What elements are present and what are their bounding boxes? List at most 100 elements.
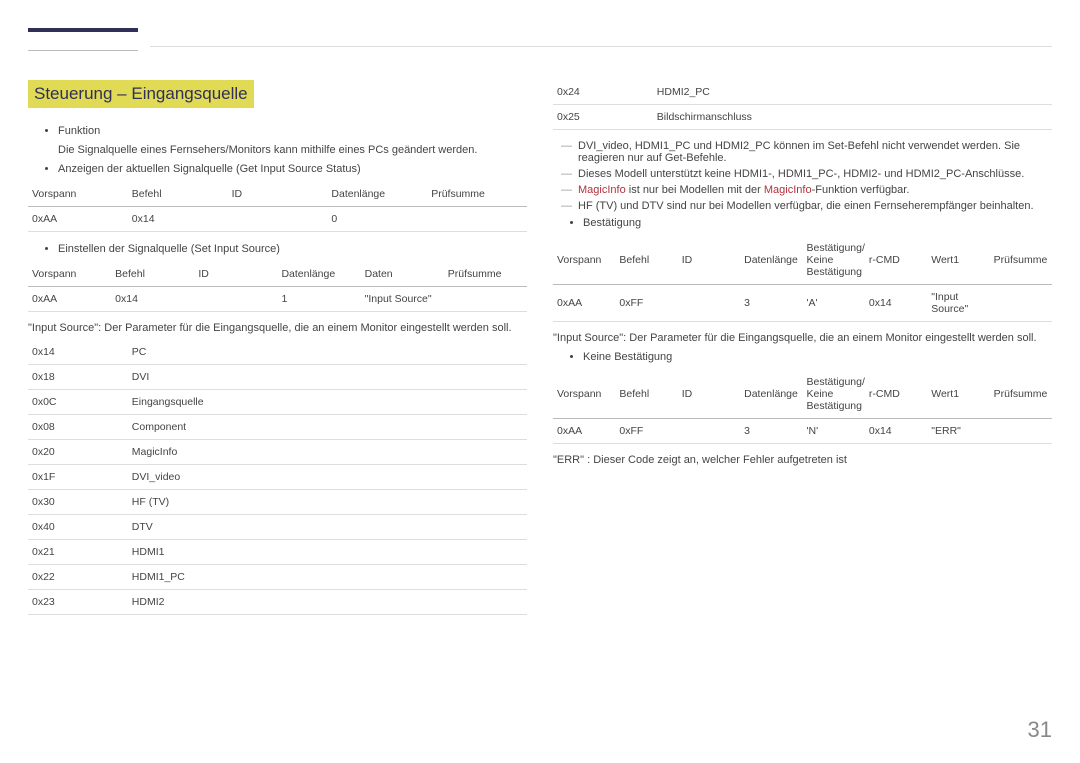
funktion-label: Funktion <box>58 124 527 140</box>
notes-list: ―DVI_video, HDMI1_PC und HDMI2_PC können… <box>553 140 1052 180</box>
th: Befehl <box>615 236 677 285</box>
source-codes-table-cont: 0x24HDMI2_PC0x25Bildschirmanschluss <box>553 80 1052 130</box>
td: 0xAA <box>28 206 128 231</box>
magicinfo-term: MagicInfo <box>578 184 626 196</box>
note-hf: ― HF (TV) und DTV sind nur bei Modellen … <box>561 200 1052 212</box>
input-source-explain: "Input Source": Der Parameter für die Ei… <box>28 322 527 334</box>
left-column: Steuerung – Eingangsquelle Funktion Die … <box>28 80 527 625</box>
td: 0x14 <box>111 286 194 311</box>
td <box>678 284 740 321</box>
source-code: 0x22 <box>28 564 128 589</box>
td <box>678 418 740 443</box>
source-code: 0x0C <box>28 389 128 414</box>
two-column-layout: Steuerung – Eingangsquelle Funktion Die … <box>28 80 1052 625</box>
td: 0x14 <box>865 284 927 321</box>
th: Datenlänge <box>740 370 802 419</box>
source-code: 0x40 <box>28 514 128 539</box>
source-code: 0x24 <box>553 80 653 105</box>
text: ist nur bei Modellen mit der <box>626 184 764 196</box>
td <box>990 284 1052 321</box>
header-rule <box>150 46 1052 47</box>
source-code: 0x14 <box>28 340 128 365</box>
ack-label: Bestätigung <box>583 216 1052 232</box>
bullet-list: Einstellen der Signalquelle (Set Input S… <box>28 242 527 258</box>
table-row: 0x08Component <box>28 414 527 439</box>
bullet-list: Keine Bestätigung <box>553 350 1052 366</box>
td: 0x14 <box>865 418 927 443</box>
td: 3 <box>740 284 802 321</box>
page: Steuerung – Eingangsquelle Funktion Die … <box>0 0 1080 763</box>
th: Prüfsumme <box>427 182 527 207</box>
table-row: 0x21HDMI1 <box>28 539 527 564</box>
td: 0 <box>327 206 427 231</box>
source-name: Component <box>128 414 527 439</box>
dash-icon: ― <box>561 140 572 164</box>
th: Wert1 <box>927 370 989 419</box>
td <box>990 418 1052 443</box>
th: Datenlänge <box>327 182 427 207</box>
table-row: 0x23HDMI2 <box>28 589 527 614</box>
table-row: 0x24HDMI2_PC <box>553 80 1052 105</box>
source-code: 0x25 <box>553 105 653 130</box>
source-code: 0x20 <box>28 439 128 464</box>
th: Wert1 <box>927 236 989 285</box>
right-column: 0x24HDMI2_PC0x25Bildschirmanschluss ―DVI… <box>553 80 1052 625</box>
td <box>444 286 527 311</box>
source-code: 0x18 <box>28 364 128 389</box>
th: Bestätigung/ Keine Bestätigung <box>803 370 865 419</box>
source-name: MagicInfo <box>128 439 527 464</box>
td <box>194 286 277 311</box>
th: Prüfsumme <box>990 236 1052 285</box>
err-explain: "ERR" : Dieser Code zeigt an, welcher Fe… <box>553 454 1052 466</box>
note-magicinfo: ― MagicInfo ist nur bei Modellen mit der… <box>561 184 1052 196</box>
nav-indicator <box>28 28 138 51</box>
bullet-list: Anzeigen der aktuellen Signalquelle (Get… <box>28 162 527 178</box>
th: Vorspann <box>553 370 615 419</box>
magicinfo-term: MagicInfo <box>764 184 812 196</box>
td: 'N' <box>803 418 865 443</box>
dash-icon: ― <box>561 184 572 196</box>
td: 3 <box>740 418 802 443</box>
source-code: 0x21 <box>28 539 128 564</box>
set-source-table: Vorspann Befehl ID Datenlänge Daten Prüf… <box>28 262 527 312</box>
note: ―Dieses Modell unterstützt keine HDMI1-,… <box>561 168 1052 180</box>
th: ID <box>194 262 277 287</box>
nak-table: VorspannBefehlIDDatenlängeBestätigung/ K… <box>553 370 1052 444</box>
th: r-CMD <box>865 236 927 285</box>
source-name: DTV <box>128 514 527 539</box>
th: Vorspann <box>28 182 128 207</box>
source-name: HDMI2_PC <box>653 80 1052 105</box>
table-row: 0x1FDVI_video <box>28 464 527 489</box>
td: 0xAA <box>553 284 615 321</box>
table-row: 0x22HDMI1_PC <box>28 564 527 589</box>
td: 1 <box>277 286 360 311</box>
source-name: DVI <box>128 364 527 389</box>
source-name: HDMI1 <box>128 539 527 564</box>
source-name: Bildschirmanschluss <box>653 105 1052 130</box>
th: Befehl <box>128 182 228 207</box>
td <box>427 206 527 231</box>
bullet-list: Funktion <box>28 124 527 140</box>
set-source-label: Einstellen der Signalquelle (Set Input S… <box>58 242 527 258</box>
td: 0xAA <box>553 418 615 443</box>
th: Befehl <box>111 262 194 287</box>
td: "ERR" <box>927 418 989 443</box>
th: Vorspann <box>28 262 111 287</box>
note-text: DVI_video, HDMI1_PC und HDMI2_PC können … <box>578 140 1052 164</box>
td: 0x14 <box>128 206 228 231</box>
th: Vorspann <box>553 236 615 285</box>
note-text: Dieses Modell unterstützt keine HDMI1-, … <box>578 168 1024 180</box>
th: Prüfsumme <box>444 262 527 287</box>
th: ID <box>678 370 740 419</box>
source-code: 0x30 <box>28 489 128 514</box>
source-codes-table: 0x14PC0x18DVI0x0CEingangsquelle0x08Compo… <box>28 340 527 615</box>
source-name: HDMI1_PC <box>128 564 527 589</box>
th: ID <box>678 236 740 285</box>
table-row: 0x0CEingangsquelle <box>28 389 527 414</box>
source-name: DVI_video <box>128 464 527 489</box>
td <box>228 206 328 231</box>
get-status-label: Anzeigen der aktuellen Signalquelle (Get… <box>58 162 527 178</box>
get-status-table: Vorspann Befehl ID Datenlänge Prüfsumme … <box>28 182 527 232</box>
th: r-CMD <box>865 370 927 419</box>
page-number: 31 <box>1028 717 1052 743</box>
